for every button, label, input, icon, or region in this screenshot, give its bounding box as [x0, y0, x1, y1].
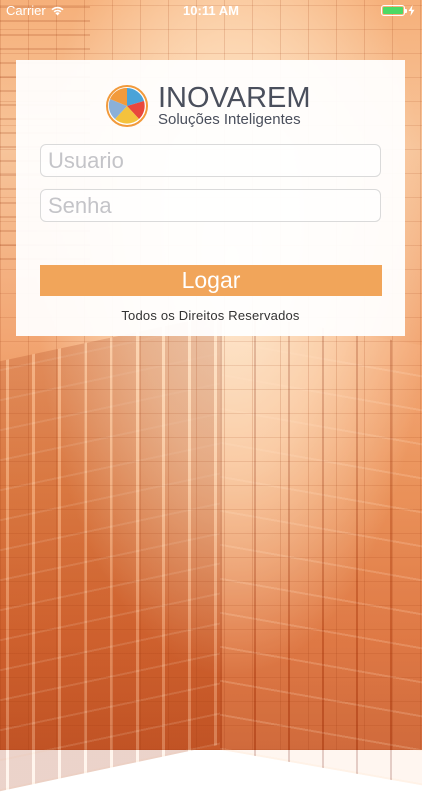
username-input[interactable]	[40, 144, 381, 177]
login-card: INOVAREM Soluções Inteligentes Logar Tod…	[16, 60, 405, 336]
logo-title: INOVAREM	[158, 82, 311, 114]
status-bar: Carrier 10:11 AM	[0, 0, 422, 22]
logo-subtitle: Soluções Inteligentes	[158, 111, 301, 128]
logo-text: INOVAREM Soluções Inteligentes	[158, 84, 311, 128]
status-time: 10:11 AM	[183, 3, 239, 18]
logo: INOVAREM Soluções Inteligentes	[106, 84, 311, 128]
login-button[interactable]: Logar	[40, 265, 382, 296]
copyright-text: Todos os Direitos Reservados	[121, 308, 300, 323]
charging-icon	[408, 5, 415, 16]
battery-level	[383, 7, 403, 14]
password-input[interactable]	[40, 189, 381, 222]
pie-chart-logo-icon	[106, 85, 148, 127]
battery-icon	[381, 5, 407, 16]
status-right	[381, 5, 415, 16]
